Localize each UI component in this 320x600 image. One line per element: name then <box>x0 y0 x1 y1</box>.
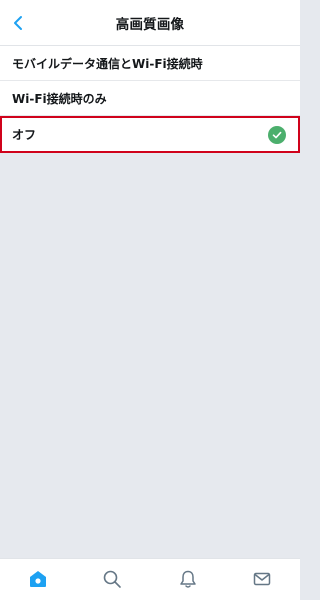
chevron-left-icon <box>14 16 22 30</box>
page-title: 高画質画像 <box>115 16 185 33</box>
option-label: モバイルデータ通信とWi-Fi接続時 <box>12 56 203 71</box>
option-mobile-and-wifi[interactable]: モバイルデータ通信とWi-Fi接続時 <box>0 46 300 81</box>
header-bar: 高画質画像 <box>0 0 300 46</box>
home-icon <box>30 571 46 587</box>
app-screen: 高画質画像 モバイルデータ通信とWi-Fi接続時 Wi-Fi接続時のみ オフ <box>0 0 300 600</box>
option-label: オフ <box>12 128 37 142</box>
search-icon <box>103 570 121 588</box>
tab-bar <box>0 558 300 600</box>
tab-notifications[interactable] <box>176 567 200 591</box>
option-wifi-only[interactable]: Wi-Fi接続時のみ <box>0 81 300 116</box>
bell-icon <box>180 570 196 588</box>
tab-messages[interactable] <box>250 567 274 591</box>
option-list: モバイルデータ通信とWi-Fi接続時 Wi-Fi接続時のみ オフ <box>0 46 300 153</box>
tab-search[interactable] <box>100 567 124 591</box>
tab-home[interactable] <box>26 567 50 591</box>
option-off[interactable]: オフ <box>0 116 300 153</box>
mail-icon <box>253 572 271 586</box>
option-label: Wi-Fi接続時のみ <box>12 91 107 106</box>
checkmark-icon <box>268 125 286 144</box>
back-button[interactable] <box>4 9 32 37</box>
